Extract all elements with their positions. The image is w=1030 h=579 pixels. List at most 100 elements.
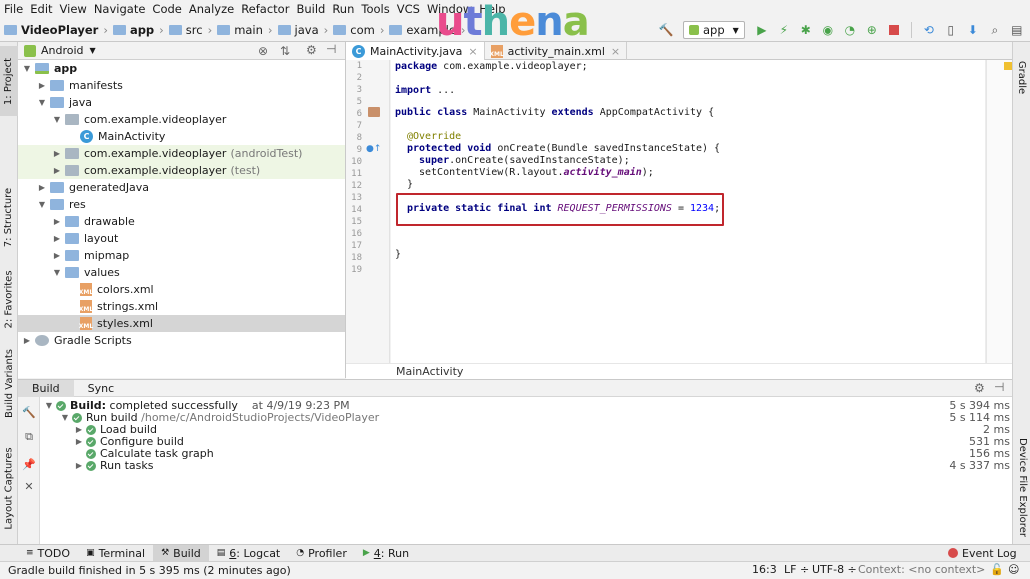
chevron-right-icon[interactable]: ▶ — [52, 149, 62, 158]
stop-icon[interactable] — [886, 22, 902, 38]
caret-position[interactable]: 16:3 — [752, 563, 777, 576]
tree-item[interactable]: ▶ com.example.videoplayer (androidTest) — [18, 145, 345, 162]
tool-tab-event-log[interactable]: Event Log — [940, 545, 1025, 562]
avd-manager-icon[interactable]: ▯ — [943, 22, 959, 38]
tree-item[interactable]: ▼ java — [18, 94, 345, 111]
breadcrumb-project[interactable]: VideoPlayer › — [4, 23, 113, 37]
coverage-icon[interactable]: ◉ — [820, 22, 836, 38]
attach-debugger-icon[interactable]: ⊕ — [864, 22, 880, 38]
tree-item[interactable]: ▶ mipmap — [18, 247, 345, 264]
tool-tab-build[interactable]: ⚒ Build — [153, 544, 209, 562]
tool-tab-favorites[interactable]: 2: Favorites — [0, 264, 18, 334]
menu-refactor[interactable]: Refactor — [241, 2, 289, 16]
lock-icon[interactable]: 🔓 — [990, 563, 1004, 576]
tool-tab-terminal[interactable]: ▣ Terminal — [78, 545, 153, 562]
activity-gutter-icon[interactable] — [368, 107, 380, 117]
file-encoding[interactable]: UTF-8 ÷ — [812, 563, 857, 576]
tab-build[interactable]: Build — [18, 379, 74, 397]
close-icon[interactable]: × — [611, 45, 620, 58]
chevron-right-icon[interactable]: ▶ — [74, 460, 84, 472]
close-icon[interactable]: × — [468, 45, 477, 58]
menu-navigate[interactable]: Navigate — [94, 2, 146, 16]
profile-icon[interactable]: ◔ — [842, 22, 858, 38]
run-icon[interactable]: ▶ — [754, 22, 770, 38]
toggle-view-icon[interactable]: ⧉ — [22, 430, 36, 444]
chevron-right-icon[interactable]: ▶ — [74, 436, 84, 448]
tab-sync[interactable]: Sync — [74, 380, 129, 397]
tab-mainactivity-java[interactable]: C MainActivity.java × — [346, 42, 485, 60]
run-configuration-select[interactable]: app ▼ — [683, 21, 745, 39]
debug-icon[interactable]: ✱ — [798, 22, 814, 38]
menu-view[interactable]: View — [60, 2, 87, 16]
chevron-right-icon[interactable]: ▶ — [52, 166, 62, 175]
tree-item[interactable]: XML colors.xml — [18, 281, 345, 298]
menu-edit[interactable]: Edit — [30, 2, 52, 16]
tree-item[interactable]: ▶ manifests — [18, 77, 345, 94]
tool-tab-structure[interactable]: 7: Structure — [0, 172, 18, 262]
override-gutter-icon[interactable]: ●↑ — [366, 144, 381, 154]
menu-analyze[interactable]: Analyze — [189, 2, 234, 16]
project-view-select[interactable]: Android — [41, 44, 84, 57]
breadcrumb-main[interactable]: main › — [217, 23, 277, 37]
tool-tab-layout-captures[interactable]: Layout Captures — [0, 438, 18, 538]
search-icon[interactable]: ⌕ — [987, 22, 1003, 38]
chevron-down-icon[interactable]: ▼ — [22, 64, 32, 73]
chevron-right-icon[interactable]: ▶ — [37, 183, 47, 192]
breadcrumb-com[interactable]: com › — [333, 23, 389, 37]
tree-item[interactable]: C MainActivity — [18, 128, 345, 145]
tree-item[interactable]: ▶ drawable — [18, 213, 345, 230]
hammer-icon[interactable]: 🔨 — [22, 405, 36, 419]
sync-gradle-icon[interactable]: ⟲ — [921, 22, 937, 38]
line-separator[interactable]: LF ÷ — [784, 563, 809, 576]
hide-panel-icon[interactable]: ⊣ — [994, 380, 1004, 394]
tool-tab-profiler[interactable]: ◔ Profiler — [288, 545, 355, 562]
tree-item[interactable]: ▼ com.example.videoplayer — [18, 111, 345, 128]
tree-item[interactable]: ▼ res — [18, 196, 345, 213]
tab-activity-main-xml[interactable]: XML activity_main.xml × — [485, 42, 628, 60]
tree-item[interactable]: ▼ values — [18, 264, 345, 281]
chevron-down-icon[interactable]: ▼ — [52, 268, 62, 277]
chevron-down-icon[interactable]: ▼ — [90, 46, 96, 55]
tool-tab-logcat[interactable]: ▤ 6: Logcat — [209, 545, 288, 562]
chevron-down-icon[interactable]: ▼ — [44, 400, 54, 412]
breadcrumb-java[interactable]: java › — [277, 23, 334, 37]
apply-changes-icon[interactable]: ⚡ — [776, 22, 792, 38]
chevron-down-icon[interactable]: ▼ — [37, 200, 47, 209]
tool-tab-run[interactable]: ▶ 4: Run — [355, 545, 417, 562]
menu-tools[interactable]: Tools — [361, 2, 389, 16]
breadcrumb-app[interactable]: app › — [112, 23, 169, 37]
chevron-right-icon[interactable]: ▶ — [52, 217, 62, 226]
status-message[interactable]: Gradle build finished in 5 s 395 ms (2 m… — [8, 564, 291, 577]
menu-run[interactable]: Run — [332, 2, 354, 16]
pin-icon[interactable]: 📌 — [22, 457, 36, 471]
tool-tab-gradle[interactable]: Gradle — [1013, 52, 1030, 102]
chevron-down-icon[interactable]: ▼ — [60, 412, 70, 424]
breadcrumb-src[interactable]: src › — [168, 23, 217, 37]
tree-item[interactable]: ▶ com.example.videoplayer (test) — [18, 162, 345, 179]
inspection-status-icon[interactable] — [1004, 62, 1012, 70]
hammer-icon[interactable]: 🔨 — [658, 22, 674, 38]
menu-build[interactable]: Build — [296, 2, 325, 16]
tree-item[interactable]: ▶ generatedJava — [18, 179, 345, 196]
tool-tab-build-variants[interactable]: Build Variants — [0, 344, 18, 422]
tool-tab-device-file-explorer[interactable]: Device File Explorer — [1013, 432, 1030, 542]
sdk-manager-icon[interactable]: ⬇ — [965, 22, 981, 38]
build-row-run-tasks[interactable]: ▶ Run tasks — [74, 460, 154, 472]
tree-item[interactable]: ▶ layout — [18, 230, 345, 247]
collapse-all-icon[interactable]: ⇅ — [280, 44, 290, 58]
tree-item[interactable]: ▼ app — [18, 60, 345, 77]
chevron-right-icon[interactable]: ▶ — [74, 424, 84, 436]
chevron-right-icon[interactable]: ▶ — [52, 234, 62, 243]
chevron-down-icon[interactable]: ▼ — [52, 115, 62, 124]
gear-icon[interactable]: ⚙ — [974, 381, 985, 395]
menu-file[interactable]: File — [4, 2, 23, 16]
menu-vcs[interactable]: VCS — [397, 2, 420, 16]
tool-tab-todo[interactable]: ≡ TODO — [18, 545, 78, 562]
chevron-right-icon[interactable]: ▶ — [52, 251, 62, 260]
tree-item[interactable]: XML strings.xml — [18, 298, 345, 315]
scroll-from-source-icon[interactable]: ⊗ — [258, 44, 268, 58]
inspector-icon[interactable]: ☺ — [1008, 563, 1019, 576]
structure-icon[interactable]: ▤ — [1009, 22, 1025, 38]
tree-item[interactable]: ▶ Gradle Scripts — [18, 332, 345, 349]
close-icon[interactable]: ✕ — [22, 479, 36, 493]
